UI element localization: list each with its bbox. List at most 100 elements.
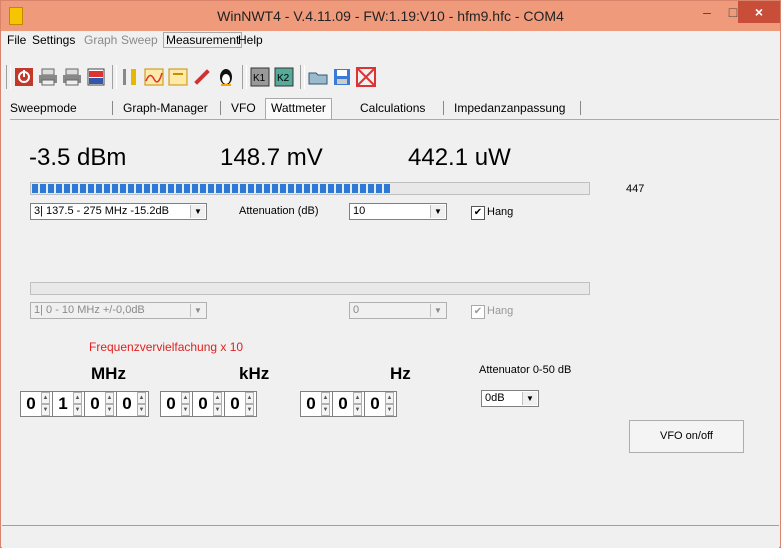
tab-divider (112, 101, 113, 115)
menu-sweep[interactable]: Sweep (121, 33, 158, 47)
spin-down-icon[interactable]: ▼ (245, 404, 254, 416)
digit-value[interactable]: 0 (366, 393, 384, 415)
digit-value[interactable]: 0 (194, 393, 212, 415)
spin-up-icon[interactable]: ▲ (245, 392, 254, 404)
calibrate-icon[interactable] (192, 67, 212, 87)
tab-impedanzanpassung[interactable]: Impedanzanpassung (454, 101, 565, 115)
digit-value[interactable]: 0 (86, 393, 104, 415)
tab-graph-manager[interactable]: Graph-Manager (123, 101, 208, 115)
range-select-2-value: 1| 0 - 10 MHz +/-0,0dB (34, 304, 145, 316)
spin-up-icon[interactable]: ▲ (213, 392, 222, 404)
wattmeter-panel: -3.5 dBm 148.7 mV 442.1 uW 447 3| 137.5 … (10, 119, 779, 526)
digit-spinner[interactable]: 0 ▲ ▼ (332, 391, 365, 417)
vfo-on-off-button[interactable]: VFO on/off (629, 420, 744, 453)
chevron-down-icon[interactable]: ▼ (522, 392, 537, 405)
tab-bar: Sweepmode Graph-Manager VFO Wattmeter Ca… (2, 97, 779, 121)
spin-down-icon[interactable]: ▼ (41, 404, 50, 416)
digit-spinner[interactable]: 0 ▲ ▼ (192, 391, 225, 417)
attenuator-select[interactable]: 0dB ▼ (481, 390, 539, 407)
hang-label-1: Hang (487, 206, 514, 218)
range-select-1-value: 3| 137.5 - 275 MHz -15.2dB (34, 205, 169, 217)
spin-down-icon[interactable]: ▼ (137, 404, 146, 416)
range-select-2[interactable]: 1| 0 - 10 MHz +/-0,0dB ▼ (30, 302, 207, 319)
chevron-down-icon[interactable]: ▼ (190, 205, 205, 218)
digit-spinner[interactable]: 0 ▲ ▼ (84, 391, 117, 417)
spin-down-icon[interactable]: ▼ (353, 404, 362, 416)
digit-value[interactable]: 0 (118, 393, 136, 415)
print-preview-icon[interactable] (62, 67, 82, 87)
attenuation-select-1[interactable]: 10 ▼ (349, 203, 447, 220)
toolbar-separator (112, 65, 117, 89)
tab-wattmeter[interactable]: Wattmeter (265, 98, 332, 121)
spin-down-icon[interactable]: ▼ (105, 404, 114, 416)
spin-down-icon[interactable]: ▼ (321, 404, 330, 416)
spin-down-icon[interactable]: ▼ (73, 404, 82, 416)
digit-value[interactable]: 0 (334, 393, 352, 415)
spin-up-icon[interactable]: ▲ (385, 392, 394, 404)
frequency-multiplier-label: Frequenzvervielfachung x 10 (89, 340, 244, 354)
spin-up-icon[interactable]: ▲ (321, 392, 330, 404)
spin-up-icon[interactable]: ▲ (73, 392, 82, 404)
digit-spinner[interactable]: 0 ▲ ▼ (116, 391, 149, 417)
title-bar[interactable]: WinNWT4 - V.4.11.09 - FW:1.19:V10 - hfm9… (1, 1, 780, 31)
spin-up-icon[interactable]: ▲ (137, 392, 146, 404)
tab-sweepmode[interactable]: Sweepmode (10, 101, 77, 115)
minimize-button[interactable]: – (693, 1, 721, 23)
digit-spinner[interactable]: 0 ▲ ▼ (364, 391, 397, 417)
tab-divider (580, 101, 581, 115)
k1-icon[interactable]: K1 (250, 67, 270, 87)
level-bar-1 (30, 182, 590, 195)
save-icon[interactable] (332, 67, 352, 87)
tools-icon[interactable] (120, 67, 140, 87)
menu-bar: File Settings Graph Sweep Measurement He… (2, 31, 779, 49)
khz-label: kHz (239, 364, 270, 383)
digit-spinner[interactable]: 0 ▲ ▼ (224, 391, 257, 417)
spin-up-icon[interactable]: ▲ (181, 392, 190, 404)
clear-icon[interactable] (356, 67, 376, 87)
level-value-1: 447 (626, 183, 645, 195)
spin-up-icon[interactable]: ▲ (353, 392, 362, 404)
spin-down-icon[interactable]: ▼ (385, 404, 394, 416)
digit-spinner[interactable]: 1 ▲ ▼ (52, 391, 85, 417)
digit-spinner[interactable]: 0 ▲ ▼ (160, 391, 193, 417)
toolbar-separator (300, 65, 305, 89)
close-button[interactable]: × (738, 1, 780, 23)
digit-value[interactable]: 0 (302, 393, 320, 415)
hang-checkbox-2[interactable]: ✔ (471, 305, 485, 319)
menu-help[interactable]: Help (238, 33, 263, 47)
tab-vfo[interactable]: VFO (231, 101, 256, 115)
tab-divider (220, 101, 221, 115)
range-select-1[interactable]: 3| 137.5 - 275 MHz -15.2dB ▼ (30, 203, 207, 220)
chevron-down-icon[interactable]: ▼ (430, 205, 445, 218)
attenuator-select-value: 0dB (485, 392, 505, 404)
digit-value[interactable]: 1 (54, 393, 72, 415)
k2-icon[interactable]: K2 (274, 67, 294, 87)
hang-checkbox-1[interactable]: ✔ (471, 206, 485, 220)
uw-readout: 442.1 uW (408, 144, 511, 171)
menu-measurement[interactable]: Measurement (163, 32, 243, 48)
attenuation-select-2[interactable]: 0 ▼ (349, 302, 447, 319)
digit-value[interactable]: 0 (162, 393, 180, 415)
tab-calculations[interactable]: Calculations (360, 101, 425, 115)
linux-penguin-icon[interactable] (216, 67, 236, 87)
chevron-down-icon[interactable]: ▼ (430, 304, 445, 317)
open-folder-icon[interactable] (308, 67, 328, 87)
marker-icon[interactable] (168, 67, 188, 87)
spin-up-icon[interactable]: ▲ (41, 392, 50, 404)
toolbar-separator (242, 65, 247, 89)
digit-value[interactable]: 0 (22, 393, 40, 415)
power-icon[interactable] (14, 67, 34, 87)
menu-graph[interactable]: Graph (84, 33, 117, 47)
digit-spinner[interactable]: 0 ▲ ▼ (300, 391, 333, 417)
digit-value[interactable]: 0 (226, 393, 244, 415)
pdf-export-icon[interactable] (86, 67, 106, 87)
graph-icon[interactable] (144, 67, 164, 87)
spin-down-icon[interactable]: ▼ (213, 404, 222, 416)
menu-file[interactable]: File (7, 33, 26, 47)
spin-up-icon[interactable]: ▲ (105, 392, 114, 404)
print-icon[interactable] (38, 67, 58, 87)
chevron-down-icon[interactable]: ▼ (190, 304, 205, 317)
menu-settings[interactable]: Settings (32, 33, 75, 47)
spin-down-icon[interactable]: ▼ (181, 404, 190, 416)
digit-spinner[interactable]: 0 ▲ ▼ (20, 391, 53, 417)
